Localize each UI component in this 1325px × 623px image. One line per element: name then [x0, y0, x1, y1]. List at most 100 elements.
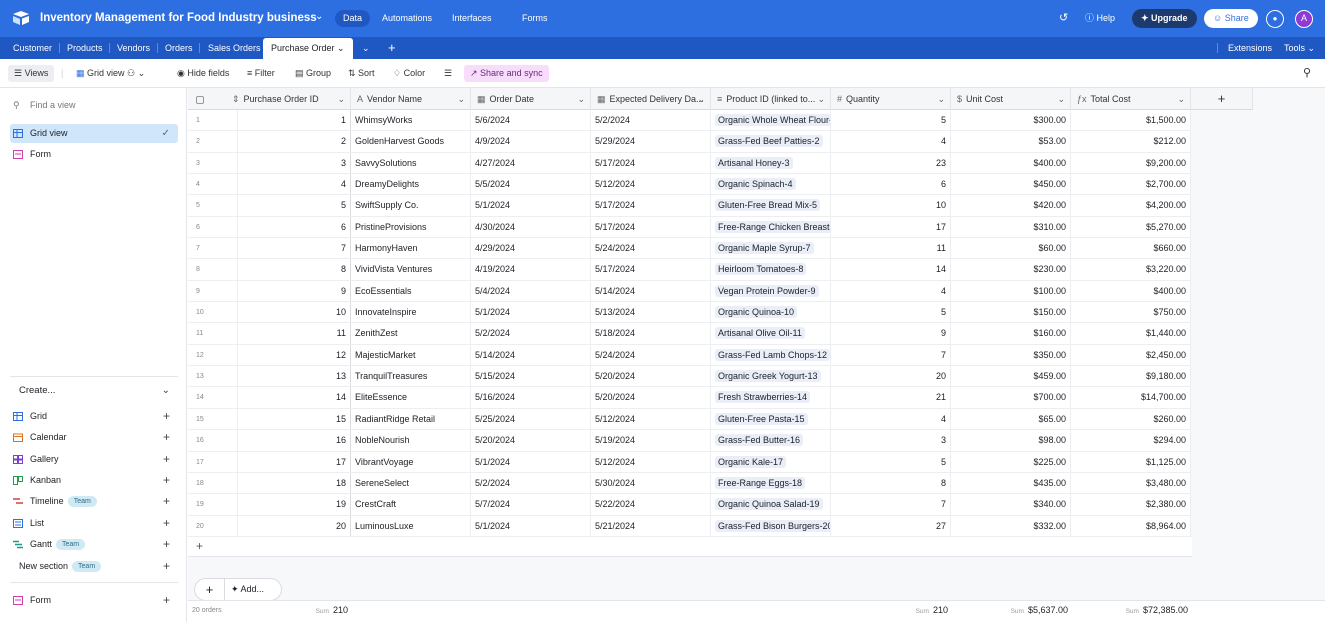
purchase-order-id-cell[interactable]: 4: [238, 174, 351, 195]
nav-automations[interactable]: Automations: [374, 10, 440, 27]
quantity-cell[interactable]: 21: [831, 387, 951, 408]
purchase-order-id-cell[interactable]: 7: [238, 238, 351, 259]
vendor-name-cell[interactable]: VividVista Ventures: [351, 259, 471, 280]
summary-unit-cost[interactable]: Sum $5,637.00: [968, 601, 1068, 623]
order-date-cell[interactable]: 4/29/2024: [471, 238, 591, 259]
row-number[interactable]: 16: [188, 430, 238, 451]
total-cost-cell[interactable]: $750.00: [1071, 302, 1191, 323]
unit-cost-cell[interactable]: $700.00: [951, 387, 1071, 408]
row-number[interactable]: 8: [188, 259, 238, 280]
expected-delivery-cell[interactable]: 5/17/2024: [591, 152, 711, 174]
quantity-cell[interactable]: 6: [831, 174, 951, 195]
row-number[interactable]: 4: [188, 174, 238, 195]
quantity-cell[interactable]: 27: [831, 515, 951, 536]
quantity-cell[interactable]: 23: [831, 152, 951, 174]
linked-record-chip[interactable]: Organic Quinoa Salad-19: [715, 498, 823, 511]
table-row[interactable]: 2 2 GoldenHarvest Goods 4/9/2024 5/29/2024 Gr…: [188, 131, 1191, 153]
find-view-input[interactable]: ⚲ Find a view: [10, 96, 178, 115]
vendor-name-cell[interactable]: HarmonyHaven: [351, 238, 471, 259]
group-button[interactable]: ▤ Group: [295, 65, 331, 82]
vendor-name-cell[interactable]: EcoEssentials: [351, 280, 471, 302]
chevron-down-icon[interactable]: ⌄: [1057, 88, 1065, 110]
linked-record-chip[interactable]: Organic Maple Syrup-7: [715, 242, 814, 255]
table-row[interactable]: 13 13 TranquilTreasures 5/15/2024 5/20/2024 O…: [188, 366, 1191, 388]
vendor-name-cell[interactable]: CrestCraft: [351, 494, 471, 515]
share-button[interactable]: ☺ Share: [1204, 9, 1258, 28]
all-tables-chevron-icon[interactable]: ⌄: [362, 37, 370, 59]
total-cost-cell[interactable]: $260.00: [1071, 408, 1191, 430]
purchase-order-id-cell[interactable]: 17: [238, 451, 351, 472]
row-number[interactable]: 1: [188, 110, 238, 131]
view-grid-view[interactable]: Grid view ✓: [10, 124, 178, 143]
row-number[interactable]: 17: [188, 451, 238, 472]
linked-record-chip[interactable]: Fresh Strawberries-14: [715, 391, 811, 404]
vendor-name-cell[interactable]: SavvySolutions: [351, 152, 471, 174]
linked-record-chip[interactable]: Free-Range Chicken Breasts-6: [715, 220, 830, 233]
unit-cost-cell[interactable]: $225.00: [951, 451, 1071, 472]
table-row[interactable]: 8 8 VividVista Ventures 4/19/2024 5/17/2024 H…: [188, 259, 1191, 281]
row-number[interactable]: 10: [188, 302, 238, 323]
total-cost-cell[interactable]: $8,964.00: [1071, 515, 1191, 536]
purchase-order-id-cell[interactable]: 16: [238, 430, 351, 451]
expected-delivery-cell[interactable]: 5/2/2024: [591, 110, 711, 131]
quantity-cell[interactable]: 7: [831, 344, 951, 366]
user-avatar[interactable]: A: [1295, 10, 1313, 28]
column-header-purchase-order-id[interactable]: ⇕ Purchase Order ID ⌄: [188, 88, 351, 110]
unit-cost-cell[interactable]: $65.00: [951, 408, 1071, 430]
order-date-cell[interactable]: 5/1/2024: [471, 451, 591, 472]
product-id-cell[interactable]: Organic Quinoa-10: [711, 302, 831, 323]
plus-icon[interactable]: +: [163, 535, 170, 554]
plus-icon[interactable]: +: [163, 591, 170, 610]
summary-id[interactable]: Sum 210: [288, 601, 348, 623]
order-date-cell[interactable]: 5/1/2024: [471, 195, 591, 216]
unit-cost-cell[interactable]: $60.00: [951, 238, 1071, 259]
order-date-cell[interactable]: 5/2/2024: [471, 472, 591, 494]
product-id-cell[interactable]: Artisanal Honey-3: [711, 152, 831, 174]
plus-icon[interactable]: +: [195, 579, 225, 600]
linked-record-chip[interactable]: Grass-Fed Beef Patties-2: [715, 135, 823, 148]
expected-delivery-cell[interactable]: 5/17/2024: [591, 216, 711, 238]
vendor-name-cell[interactable]: SereneSelect: [351, 472, 471, 494]
linked-record-chip[interactable]: Organic Kale-17: [715, 455, 787, 468]
chevron-down-icon[interactable]: ⌄: [697, 88, 705, 110]
expected-delivery-cell[interactable]: 5/30/2024: [591, 472, 711, 494]
linked-record-chip[interactable]: Artisanal Olive Oil-11: [715, 327, 805, 340]
expected-delivery-cell[interactable]: 5/13/2024: [591, 302, 711, 323]
table-row[interactable]: 11 11 ZenithZest 5/2/2024 5/18/2024 Artisanal…: [188, 323, 1191, 345]
quantity-cell[interactable]: 5: [831, 110, 951, 131]
chevron-down-icon[interactable]: ⌄: [335, 43, 345, 53]
product-id-cell[interactable]: Vegan Protein Powder-9: [711, 280, 831, 302]
linked-record-chip[interactable]: Organic Quinoa-10: [715, 306, 798, 319]
select-all-checkbox[interactable]: [196, 95, 204, 104]
vendor-name-cell[interactable]: GoldenHarvest Goods: [351, 131, 471, 152]
linked-record-chip[interactable]: Artisanal Honey-3: [715, 156, 793, 169]
purchase-order-id-cell[interactable]: 6: [238, 216, 351, 238]
plus-icon[interactable]: +: [163, 428, 170, 447]
row-number[interactable]: 20: [188, 515, 238, 536]
unit-cost-cell[interactable]: $310.00: [951, 216, 1071, 238]
row-number[interactable]: 2: [188, 131, 238, 152]
row-number[interactable]: 18: [188, 472, 238, 494]
order-date-cell[interactable]: 5/20/2024: [471, 430, 591, 451]
linked-record-chip[interactable]: Free-Range Eggs-18: [715, 476, 806, 489]
filter-button[interactable]: ≡ Filter: [247, 65, 275, 82]
column-header-expected-delivery[interactable]: ▦ Expected Delivery Da... ⌄: [591, 88, 711, 110]
view-switcher[interactable]: ▦ Grid view ⚇ ⌄: [76, 65, 145, 82]
expected-delivery-cell[interactable]: 5/19/2024: [591, 430, 711, 451]
total-cost-cell[interactable]: $3,480.00: [1071, 472, 1191, 494]
chevron-down-icon[interactable]: ⌄: [457, 88, 465, 110]
unit-cost-cell[interactable]: $53.00: [951, 131, 1071, 152]
vendor-name-cell[interactable]: MajesticMarket: [351, 344, 471, 366]
quantity-cell[interactable]: 14: [831, 259, 951, 280]
linked-record-chip[interactable]: Vegan Protein Powder-9: [715, 284, 819, 297]
quantity-cell[interactable]: 11: [831, 238, 951, 259]
create-gantt[interactable]: Gantt Team +: [10, 535, 178, 554]
unit-cost-cell[interactable]: $350.00: [951, 344, 1071, 366]
linked-record-chip[interactable]: Heirloom Tomatoes-8: [715, 263, 807, 276]
unit-cost-cell[interactable]: $230.00: [951, 259, 1071, 280]
order-date-cell[interactable]: 5/16/2024: [471, 387, 591, 408]
expected-delivery-cell[interactable]: 5/17/2024: [591, 195, 711, 216]
order-date-cell[interactable]: 5/4/2024: [471, 280, 591, 302]
add-record-plus-icon[interactable]: +: [188, 537, 1192, 557]
row-number[interactable]: 3: [188, 152, 238, 174]
